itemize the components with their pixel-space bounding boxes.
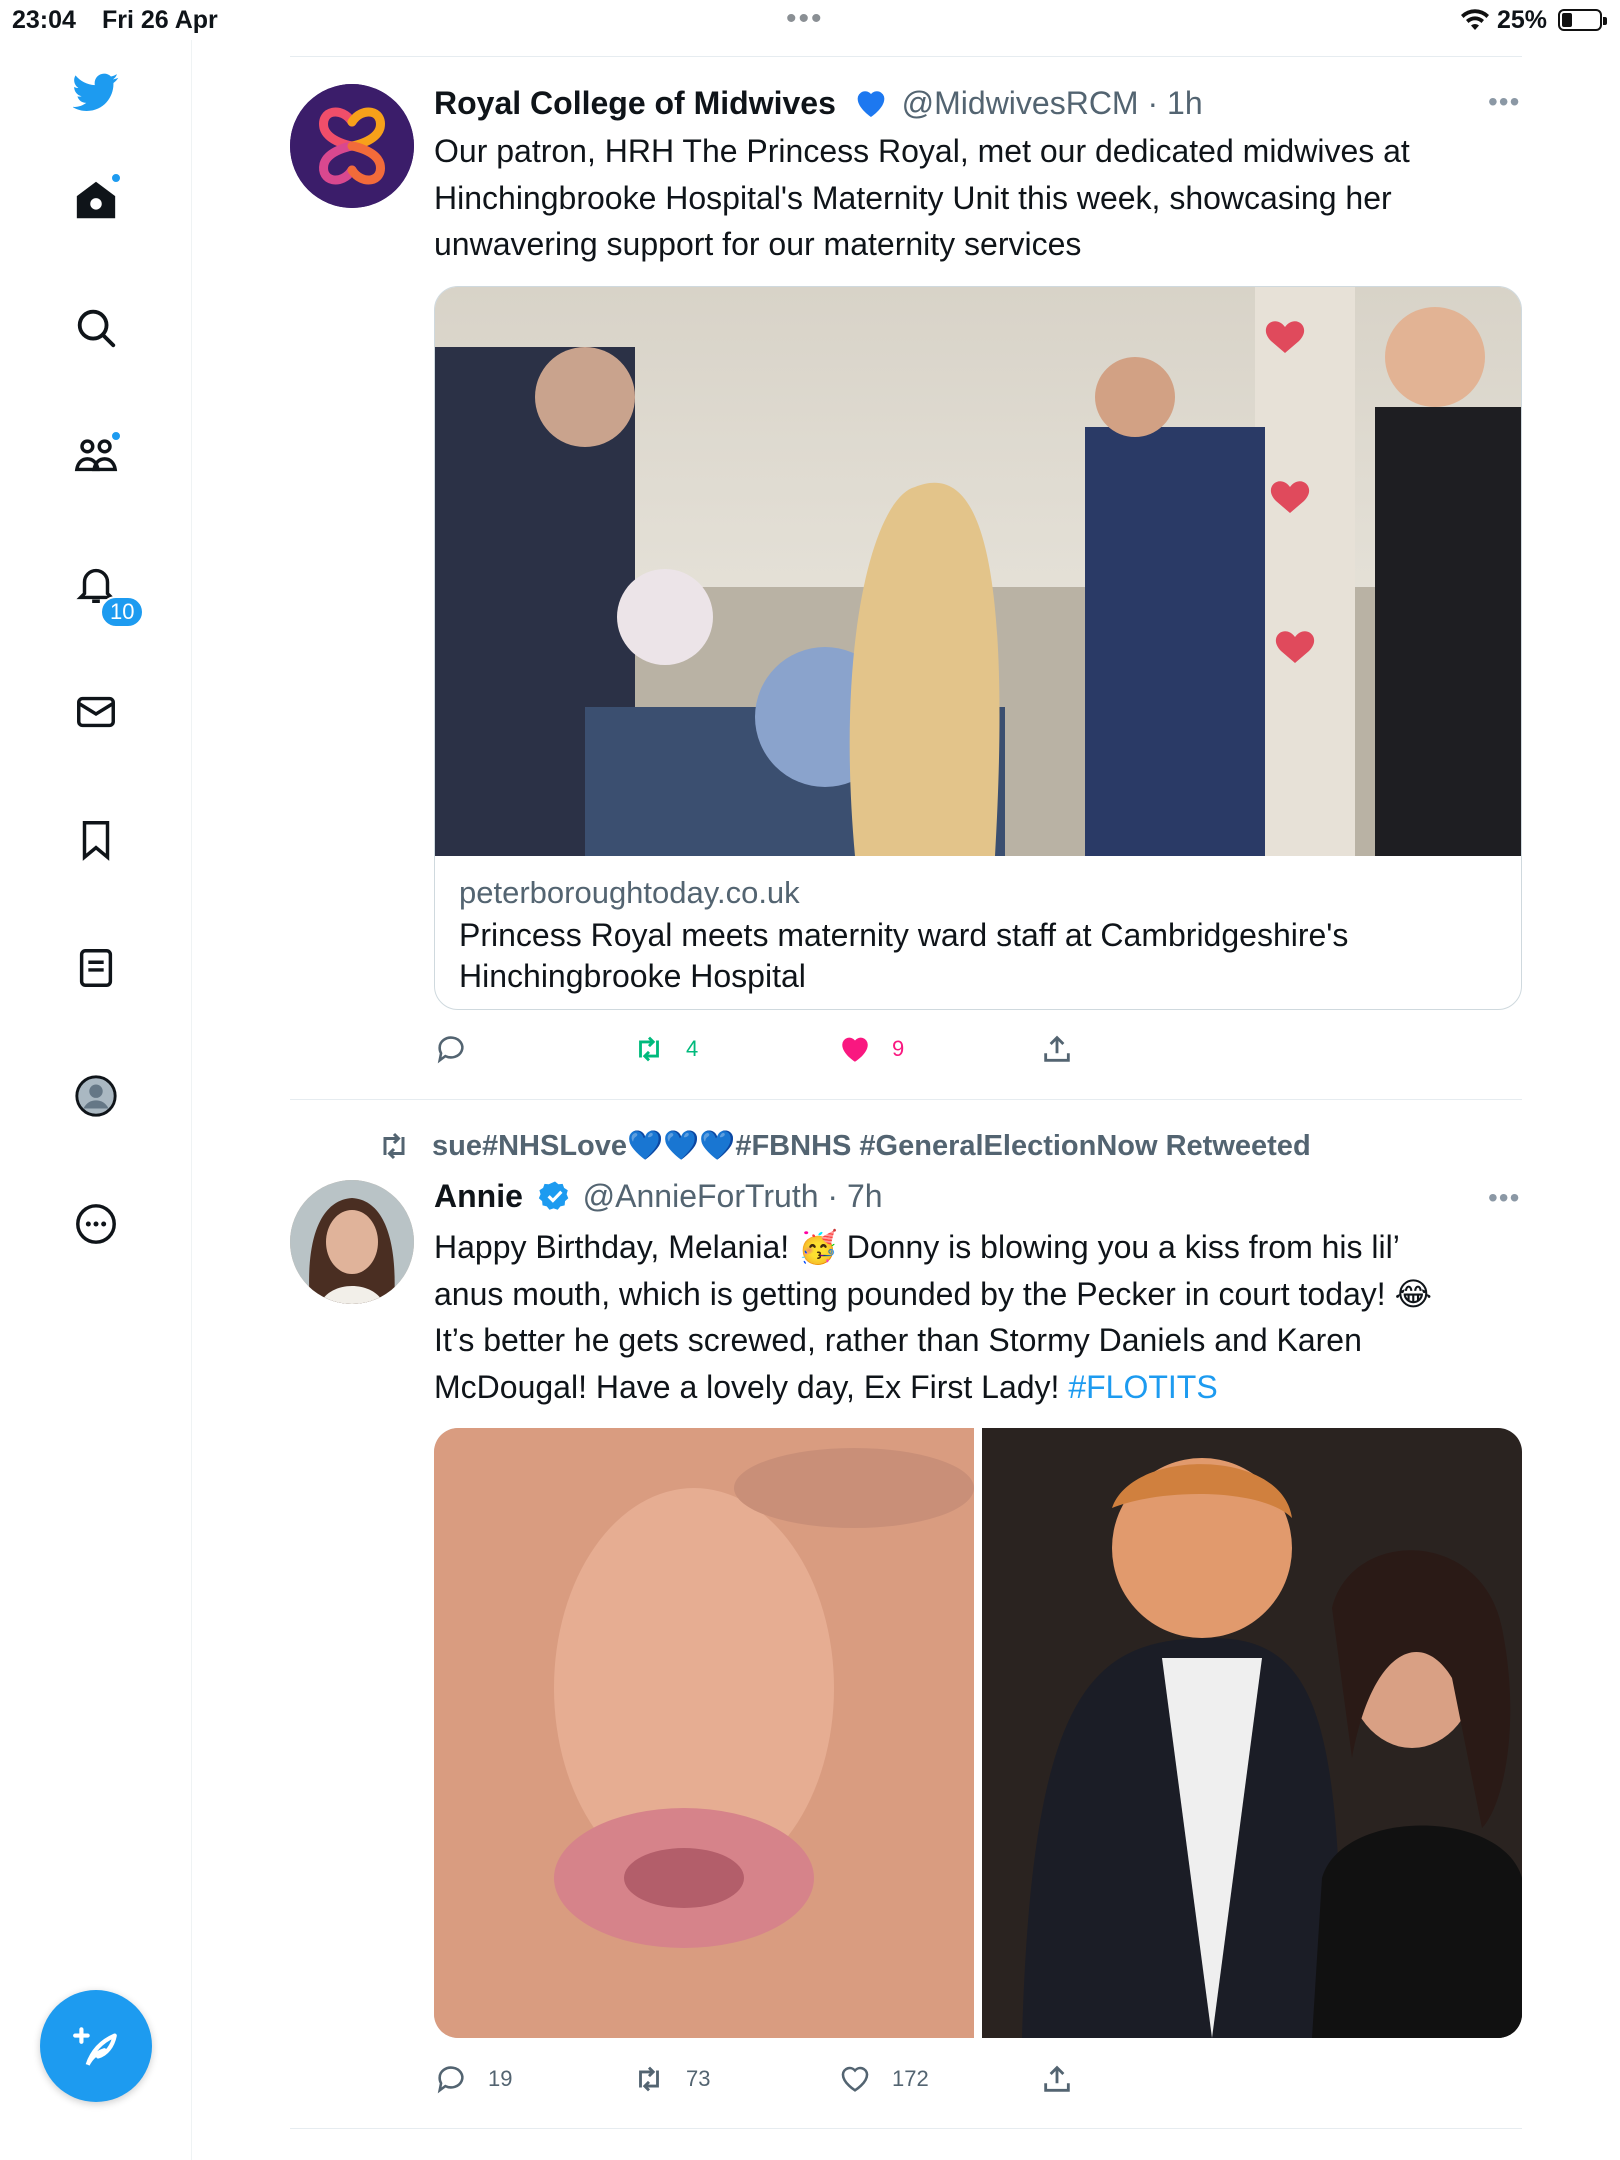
timeline-divider — [290, 2128, 1522, 2129]
avatar-rcm[interactable] — [290, 84, 414, 208]
author-handle[interactable]: @MidwivesRCM — [902, 85, 1139, 121]
share-icon — [1044, 2065, 1070, 2092]
tweet-text-line: It’s better he gets screwed, rather than… — [434, 1322, 1362, 1358]
list-icon — [79, 949, 113, 987]
tweet-more-icon[interactable]: ••• — [1488, 86, 1520, 118]
nav-bookmarks[interactable] — [66, 810, 126, 870]
reply-icon — [437, 2066, 464, 2094]
retweet-icon — [383, 1132, 405, 1160]
status-bar: 23:04 Fri 26 Apr ••• 25% — [0, 0, 1620, 40]
tweet-text-line: Hinchingbrooke Hospital's Maternity Unit… — [434, 179, 1392, 216]
reply-icon — [437, 1036, 464, 1064]
multitasking-dots-icon[interactable]: ••• — [786, 2, 824, 36]
status-time: 23:04 — [12, 6, 76, 34]
tweet-text-line: Happy Birthday, Melania! 🥳 Donny is blow… — [434, 1229, 1400, 1265]
retweet-context-text: sue#NHSLove💙💙💙#FBNHS #GeneralElectionNow… — [432, 1130, 1311, 1162]
share-button[interactable] — [1040, 1032, 1094, 1066]
tweet-header: Annie @AnnieForTruth · 7h — [434, 1178, 883, 1215]
envelope-icon — [77, 696, 115, 728]
unread-dot — [110, 430, 122, 442]
nav-messages[interactable] — [66, 682, 126, 742]
bird-icon — [73, 73, 119, 111]
card-image — [435, 287, 1521, 856]
retweet-count: 4 — [686, 1036, 699, 1061]
share-icon — [1044, 1035, 1070, 1062]
unread-dot — [110, 172, 122, 184]
avatar-annie[interactable] — [290, 1180, 414, 1304]
nav-lists[interactable] — [66, 938, 126, 998]
search-icon — [77, 309, 116, 348]
status-date: Fri 26 Apr — [102, 6, 218, 34]
battery-percent: 25% — [1497, 6, 1548, 34]
more-circle-icon — [76, 1204, 116, 1244]
reply-count: 19 — [488, 2066, 513, 2091]
link-card[interactable]: peterboroughtoday.co.uk Princess Royal m… — [434, 286, 1522, 1010]
timeline-divider — [290, 56, 1522, 57]
tweet-time[interactable]: · 1h — [1147, 85, 1202, 121]
reply-button[interactable]: 19 — [434, 2062, 512, 2096]
like-count: 172 — [892, 2066, 929, 2091]
nav-home[interactable] — [66, 170, 126, 230]
tweet-more-icon[interactable]: ••• — [1488, 1182, 1520, 1214]
nav-explore[interactable] — [66, 298, 126, 358]
tweet-text-line: unwavering support for our maternity ser… — [434, 226, 1082, 262]
timeline-divider — [290, 1099, 1522, 1100]
home-icon — [76, 181, 116, 219]
twitter-bird-logo[interactable] — [66, 62, 126, 122]
verified-heart-icon — [857, 91, 885, 117]
verified-badge-icon — [538, 1181, 569, 1210]
heart-filled-icon — [842, 1037, 868, 1062]
nav-profile[interactable] — [66, 1066, 126, 1126]
tweet-image-left[interactable] — [434, 1428, 974, 2038]
nav-communities[interactable] — [66, 426, 126, 486]
tweet-image-right[interactable] — [982, 1428, 1522, 2038]
avatar-photo — [290, 1180, 414, 1304]
nav-more[interactable] — [66, 1194, 126, 1254]
retweet-icon — [639, 2066, 659, 2092]
share-button[interactable] — [1040, 2062, 1094, 2096]
compose-tweet-button[interactable] — [40, 1990, 152, 2102]
like-button[interactable]: 172 — [838, 2062, 929, 2096]
retweet-count: 73 — [686, 2066, 711, 2091]
tweet-text: Our patron, HRH The Princess Royal, met … — [434, 128, 1534, 268]
tweet-text-line: Our patron, HRH The Princess Royal, met … — [434, 133, 1410, 169]
card-domain: peterboroughtoday.co.uk — [459, 875, 800, 910]
tweet-header: Royal College of Midwives @MidwivesRCM ·… — [434, 82, 1203, 122]
retweet-button[interactable]: 73 — [632, 2062, 710, 2096]
retweet-button[interactable]: 4 — [632, 1032, 698, 1066]
author-name[interactable]: Royal College of Midwives — [434, 85, 836, 121]
like-button[interactable]: 9 — [838, 1032, 904, 1066]
battery-icon — [1558, 9, 1607, 31]
tweet-time[interactable]: · 7h — [827, 1178, 882, 1214]
retweet-context[interactable]: sue#NHSLove💙💙💙#FBNHS #GeneralElectionNow… — [376, 1128, 1311, 1164]
bookmark-icon — [82, 821, 110, 861]
retweet-icon — [639, 1036, 659, 1062]
reply-button[interactable] — [434, 1032, 488, 1066]
profile-icon — [75, 1075, 117, 1117]
tweet-text-line: anus mouth, which is getting pounded by … — [434, 1275, 1432, 1312]
card-title: Princess Royal meets maternity ward staf… — [459, 917, 1349, 994]
tweet-text: Happy Birthday, Melania! 🥳 Donny is blow… — [434, 1224, 1534, 1410]
wifi-icon — [1461, 9, 1489, 30]
tweet-text-line: McDougal! Have a lovely day, Ex First La… — [434, 1364, 1534, 1411]
feather-plus-icon — [73, 2027, 117, 2066]
author-name[interactable]: Annie — [434, 1178, 523, 1214]
hashtag-link[interactable]: #FLOTITS — [1068, 1369, 1217, 1405]
sidebar: 10 — [0, 40, 192, 2160]
author-handle[interactable]: @AnnieForTruth — [583, 1178, 819, 1214]
rcm-logo-icon — [290, 84, 414, 208]
notifications-badge: 10 — [100, 596, 145, 628]
heart-outline-icon — [841, 2066, 869, 2092]
tweet-text-segment: McDougal! Have a lovely day, Ex First La… — [434, 1368, 1069, 1405]
like-count: 9 — [892, 1036, 905, 1061]
